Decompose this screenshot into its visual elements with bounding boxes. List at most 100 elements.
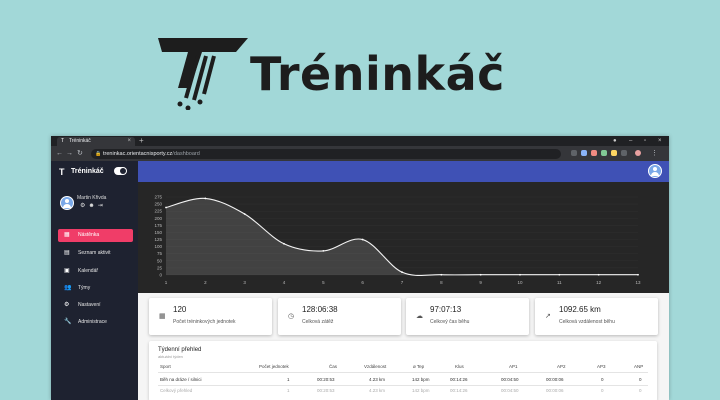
data-point — [243, 213, 246, 215]
browser-tab[interactable]: T Tréninkáč × — [57, 137, 135, 146]
x-tick-label: 13 — [635, 280, 641, 285]
sidebar-item-label: Administrace — [78, 319, 107, 325]
stat-value: 128:06:38 — [302, 305, 338, 314]
stat-label: Celkový čas běhu — [430, 319, 470, 325]
url-path: /dashboard — [172, 151, 200, 157]
x-tick-label: 11 — [557, 280, 562, 285]
x-tick-label: 6 — [361, 280, 364, 285]
favicon-icon: T — [61, 138, 65, 144]
wrench-icon: 🔧 — [64, 319, 72, 325]
url-host: treninkac.orientacnisporty.cz — [103, 151, 173, 157]
running-t-logo-icon — [158, 38, 248, 110]
stat-label: Počet tréninkových jednotek — [173, 319, 236, 325]
data-point — [165, 206, 167, 209]
column-header: Sport — [160, 364, 171, 369]
maximize-icon[interactable]: ▫ — [644, 136, 646, 146]
table-cell: 142 bpm — [412, 388, 430, 393]
puzzle-icon[interactable] — [621, 150, 627, 156]
stat-value: 1092.65 km — [559, 305, 601, 314]
column-header: ANP — [634, 364, 644, 369]
y-tick-label: 150 — [154, 230, 162, 235]
y-tick-label: 225 — [154, 209, 162, 214]
stat-value: 97:07:13 — [430, 305, 462, 314]
table-cell: 00:00:06 — [546, 388, 564, 393]
logout-icon[interactable]: ⇥ — [98, 203, 106, 209]
stat-card: ↗ 1092.65 km Celková vzdálenost běhu — [535, 298, 658, 335]
forward-icon[interactable]: → — [66, 149, 73, 158]
sidebar-item-label: Seznam aktivit — [78, 250, 111, 256]
column-header: ø Tep — [413, 364, 425, 369]
column-header: Počet jednotek — [259, 364, 289, 369]
column-header: AP3 — [597, 364, 606, 369]
running-t-logo-icon: T — [59, 167, 65, 177]
close-window-icon[interactable]: × — [658, 136, 662, 146]
sidebar-item-nastaveni[interactable]: ⚙ Nastavení — [58, 299, 133, 312]
avatar[interactable] — [648, 164, 662, 178]
column-header: Vzdálenost — [364, 364, 387, 369]
column-header: Klus — [455, 364, 464, 369]
x-tick-label: 1 — [165, 280, 168, 285]
sidebar-item-nastenka[interactable]: ▦ Nástěnka — [58, 229, 133, 242]
menu-dots-icon[interactable]: ⋮ — [651, 149, 658, 158]
trend-icon: ↗ — [545, 313, 551, 320]
x-tick-label: 10 — [517, 280, 523, 285]
table-cell: 142 bpm — [412, 377, 430, 382]
address-bar[interactable]: 🔒 treninkac.orientacnisporty.cz/dashboar… — [91, 149, 561, 159]
y-tick-label: 100 — [154, 244, 162, 249]
table-cell: 00:04:50 — [501, 388, 519, 393]
data-point — [519, 273, 521, 276]
tab-title: Tréninkáč — [69, 138, 91, 144]
extension-icon[interactable] — [611, 150, 617, 156]
sidebar-brand[interactable]: T Tréninkáč — [59, 167, 104, 177]
x-tick-label: 5 — [322, 280, 325, 285]
minimize-icon[interactable]: – — [629, 136, 632, 146]
weekly-overview: Týdenní přehled aktuální týden Sport Poč… — [149, 341, 657, 400]
column-header: AP2 — [557, 364, 566, 369]
sidebar-item-kalendar[interactable]: ▣ Kalendář — [58, 265, 133, 278]
close-tab-icon[interactable]: × — [127, 137, 131, 146]
sidebar-item-administrace[interactable]: 🔧 Administrace — [58, 316, 133, 329]
column-header: AP1 — [509, 364, 518, 369]
list-icon: ▤ — [64, 250, 70, 256]
y-tick-label: 50 — [157, 258, 163, 263]
profile-avatar-icon[interactable] — [635, 150, 641, 156]
x-tick-label: 3 — [243, 280, 246, 285]
data-point — [401, 271, 403, 274]
load-chart-svg: 02550751001251501752002252502751 2 3 4 5 6 7 8 9… — [154, 195, 641, 286]
new-tab-button[interactable]: + — [139, 136, 144, 146]
extension-icon[interactable] — [581, 150, 587, 156]
avatar[interactable] — [60, 196, 74, 210]
sidebar-item-label: Nástěnka — [78, 232, 100, 238]
profile-icon[interactable]: ● — [613, 136, 617, 146]
stat-card: ◷ 128:06:38 Celková zátěž — [278, 298, 401, 335]
navigation-bar: ← → ↻ 🔒 treninkac.orientacnisporty.cz/da… — [51, 146, 669, 161]
x-tick-label: 4 — [283, 280, 286, 285]
load-chart: 0 25 50 75 100 125 150 175 200 225 250 275 1 2 3 4 5 6 7 8 9… — [138, 182, 669, 293]
extension-icon[interactable] — [591, 150, 597, 156]
table-cell: 0 — [639, 388, 642, 393]
table-cell: Celkový přehled — [160, 388, 193, 393]
reload-icon[interactable]: ↻ — [77, 149, 83, 158]
theme-toggle[interactable] — [114, 167, 127, 175]
calendar-icon: ▣ — [64, 268, 70, 274]
y-tick-label: 25 — [157, 265, 163, 270]
sidebar-item-tymy[interactable]: 👥 Týmy — [58, 282, 133, 295]
main-content: 0 25 50 75 100 125 150 175 200 225 250 275 1 2 3 4 5 6 7 8 9… — [138, 161, 669, 400]
y-tick-label: 250 — [154, 202, 162, 207]
user-icon[interactable]: ☻ — [88, 203, 97, 209]
clock-icon: ☁ — [416, 313, 423, 320]
data-point — [204, 197, 207, 200]
extension-icon[interactable] — [601, 150, 607, 156]
stat-card: ▦ 120 Počet tréninkových jednotek — [149, 298, 272, 335]
stat-label: Celková vzdálenost běhu — [559, 319, 615, 325]
back-icon[interactable]: ← — [56, 149, 63, 158]
data-point — [597, 273, 600, 276]
weekly-title: Týdenní přehled — [158, 347, 202, 353]
y-tick-label: 200 — [154, 216, 162, 221]
extension-icon[interactable] — [571, 150, 577, 156]
sidebar-item-seznam-aktivit[interactable]: ▤ Seznam aktivit — [58, 247, 133, 260]
table-cell: 1 — [287, 388, 290, 393]
activity-icon: ▦ — [159, 313, 166, 320]
y-tick-label: 275 — [154, 195, 162, 200]
table-cell: 00:14:26 — [450, 377, 468, 382]
